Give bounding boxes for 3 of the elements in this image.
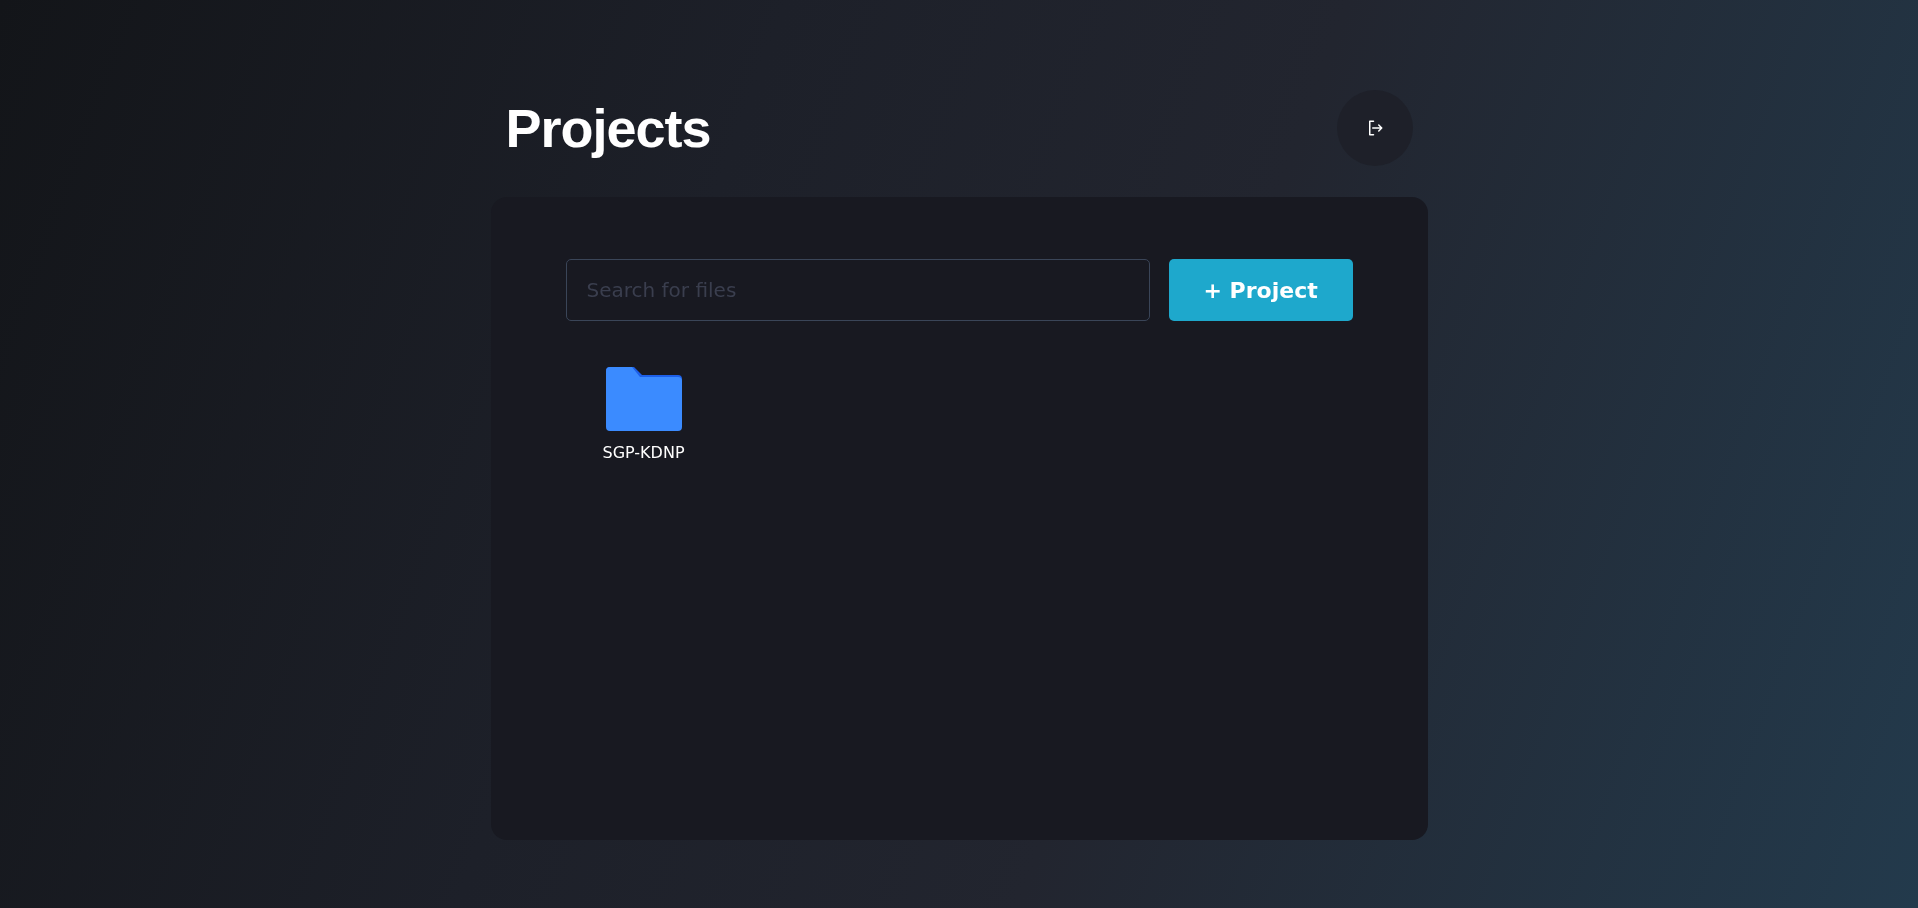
folder-icon[interactable] xyxy=(605,367,682,431)
project-name[interactable]: SGP-KDNP xyxy=(602,443,685,462)
page-title: Projects xyxy=(505,97,711,159)
